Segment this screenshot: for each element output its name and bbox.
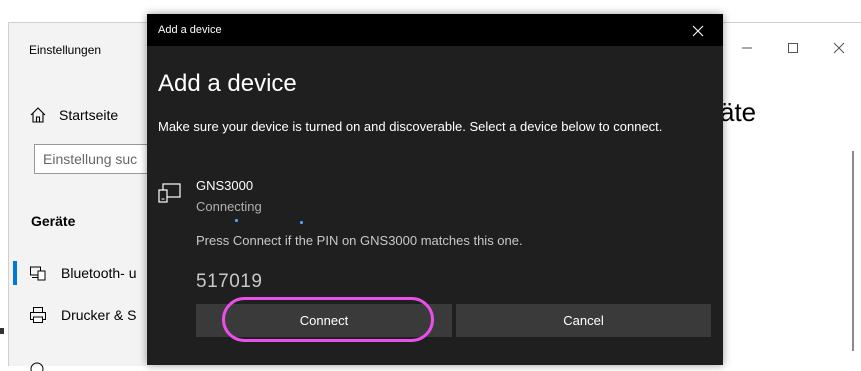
progress-dot <box>300 221 303 224</box>
sidebar-item-printers[interactable]: Drucker & S <box>29 303 136 327</box>
sidebar-item-printers-label: Drucker & S <box>61 307 137 323</box>
sidebar-item-bluetooth[interactable]: Bluetooth- u <box>29 261 137 285</box>
maximize-icon <box>788 43 798 53</box>
minimize-button[interactable] <box>724 33 770 63</box>
close-icon <box>833 42 845 54</box>
scrollbar[interactable] <box>852 151 854 351</box>
dialog-close-button[interactable] <box>681 18 715 44</box>
bluetooth-devices-icon <box>30 266 46 281</box>
pin-code: 517019 <box>196 271 263 292</box>
progress-dot <box>235 219 238 222</box>
minimize-icon <box>742 47 752 49</box>
sidebar-item-home[interactable]: Startseite <box>29 103 118 127</box>
window-edge-mark <box>0 328 4 334</box>
page-title: äte <box>720 97 757 127</box>
sidebar-item-home-label: Startseite <box>59 107 119 123</box>
settings-window-title: Einstellungen <box>29 43 102 57</box>
close-icon <box>692 25 704 37</box>
maximize-button[interactable] <box>770 33 816 63</box>
active-indicator <box>13 261 17 285</box>
close-window-button[interactable] <box>816 33 861 63</box>
sidebar-item-bluetooth-label: Bluetooth- u <box>61 265 137 281</box>
partial-nav-icon <box>30 362 44 371</box>
cancel-button[interactable]: Cancel <box>456 304 711 337</box>
dialog-titlebar-text: Add a device <box>158 24 222 36</box>
device-icon <box>158 183 181 203</box>
connect-button[interactable]: Connect <box>196 304 452 337</box>
printer-icon <box>30 307 46 323</box>
home-icon <box>30 107 46 123</box>
pin-hint: Press Connect if the PIN on GNS3000 matc… <box>196 233 523 248</box>
window-controls <box>724 33 861 63</box>
add-device-dialog: Add a device Add a device Make sure your… <box>147 14 723 365</box>
dialog-description: Make sure your device is turned on and d… <box>158 119 663 134</box>
device-list-item[interactable]: GNS3000 Connecting <box>158 178 698 218</box>
dialog-titlebar: Add a device <box>147 14 723 46</box>
settings-sidebar: Einstellungen Startseite Einstellung suc… <box>9 23 174 371</box>
dialog-heading: Add a device <box>158 70 297 97</box>
section-header: Geräte <box>31 213 76 229</box>
device-status: Connecting <box>196 199 262 214</box>
device-name: GNS3000 <box>196 178 254 193</box>
